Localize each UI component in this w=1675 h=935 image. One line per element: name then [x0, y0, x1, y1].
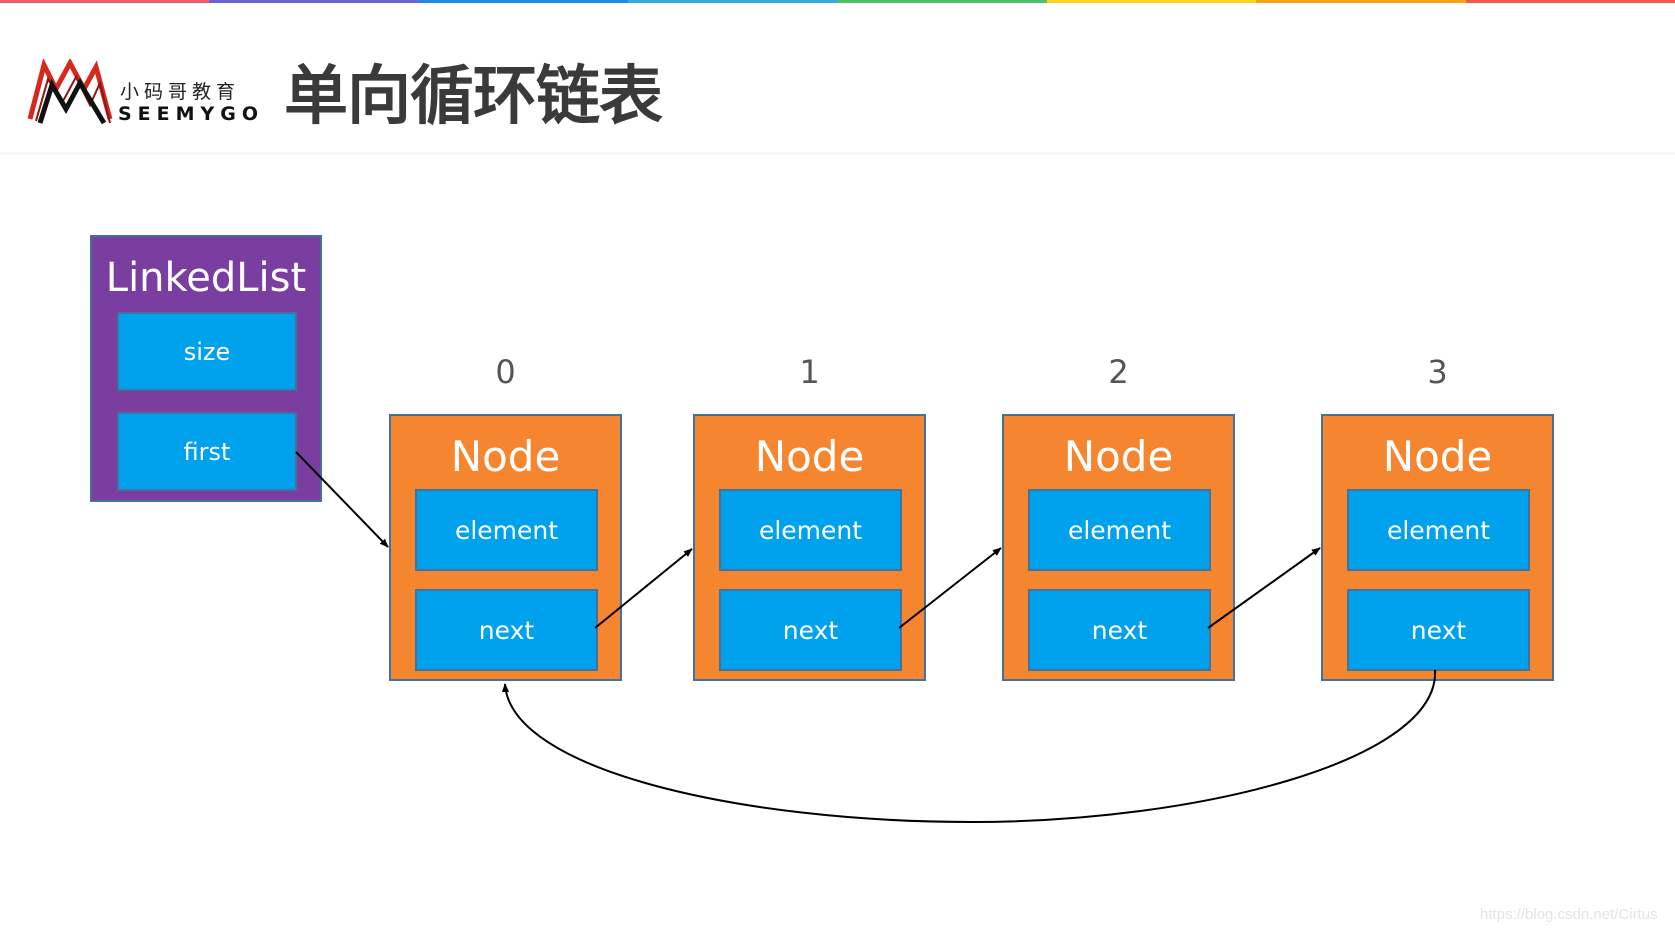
- arrow-node2-to-node3: [1207, 547, 1321, 629]
- watermark: https://blog.csdn.net/Cirtus: [1480, 906, 1658, 923]
- arrow-node0-to-node1: [594, 548, 693, 629]
- arrow-node3-to-node0-loop: [501, 669, 1437, 824]
- arrow-first-to-node0: [295, 451, 389, 548]
- connector-layer: [295, 451, 1437, 824]
- arrow-node1-to-node2: [898, 547, 1002, 629]
